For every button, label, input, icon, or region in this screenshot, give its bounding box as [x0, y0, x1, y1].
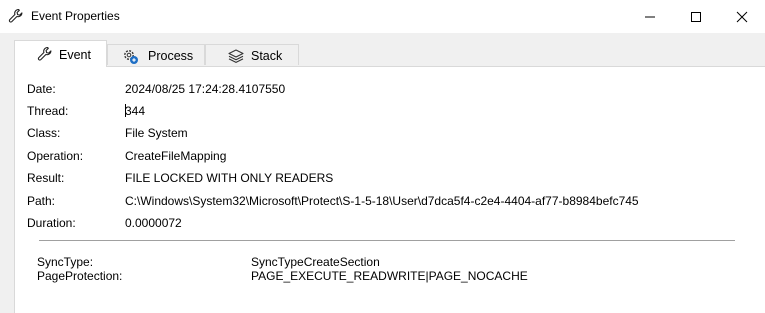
thread-value: 344: [125, 104, 146, 118]
date-value[interactable]: 2024/08/25 17:24:28.4107550: [125, 82, 285, 96]
close-icon: [736, 11, 748, 23]
operation-value[interactable]: CreateFileMapping: [125, 149, 226, 163]
tab-event[interactable]: Event: [14, 40, 107, 67]
wrench-icon: [37, 46, 53, 62]
detail-value[interactable]: PAGE_EXECUTE_READWRITE|PAGE_NOCACHE: [251, 269, 528, 283]
gear-icon: [122, 48, 138, 64]
detail-key: SyncType:: [37, 255, 94, 269]
close-button[interactable]: [719, 0, 765, 33]
maximize-icon: [691, 12, 701, 22]
duration-label: Duration:: [27, 216, 76, 230]
tab-stack[interactable]: Stack: [205, 44, 299, 65]
path-label: Path:: [27, 194, 56, 208]
result-value[interactable]: FILE LOCKED WITH ONLY READERS: [125, 171, 333, 185]
thread-value-field[interactable]: 344: [125, 104, 145, 118]
detail-key: PageProtection:: [37, 269, 123, 283]
minimize-icon: [645, 16, 655, 18]
operation-label: Operation:: [27, 149, 84, 163]
maximize-button[interactable]: [673, 0, 719, 33]
thread-label: Thread:: [27, 104, 69, 118]
detail-value[interactable]: SyncTypeCreateSection: [251, 255, 380, 269]
divider: [39, 240, 735, 241]
title-bar[interactable]: Event Properties: [0, 0, 765, 33]
class-label: Class:: [27, 126, 61, 140]
layers-icon: [228, 48, 244, 64]
date-label: Date:: [27, 82, 56, 96]
window-title: Event Properties: [31, 9, 120, 23]
tab-process-label: Process: [148, 49, 194, 63]
tab-strip: Event Process Stack: [0, 40, 765, 67]
tab-process[interactable]: Process: [107, 44, 205, 65]
minimize-button[interactable]: [627, 0, 673, 33]
event-panel: Date: 2024/08/25 17:24:28.4107550 Thread…: [14, 66, 765, 313]
tab-event-label: Event: [59, 48, 91, 62]
path-value[interactable]: C:\Windows\System32\Microsoft\Protect\S-…: [125, 194, 639, 208]
result-label: Result:: [27, 171, 65, 185]
duration-value[interactable]: 0.0000072: [125, 216, 182, 230]
wrench-icon: [8, 8, 24, 24]
tab-stack-label: Stack: [251, 49, 283, 63]
class-value[interactable]: File System: [125, 126, 188, 140]
